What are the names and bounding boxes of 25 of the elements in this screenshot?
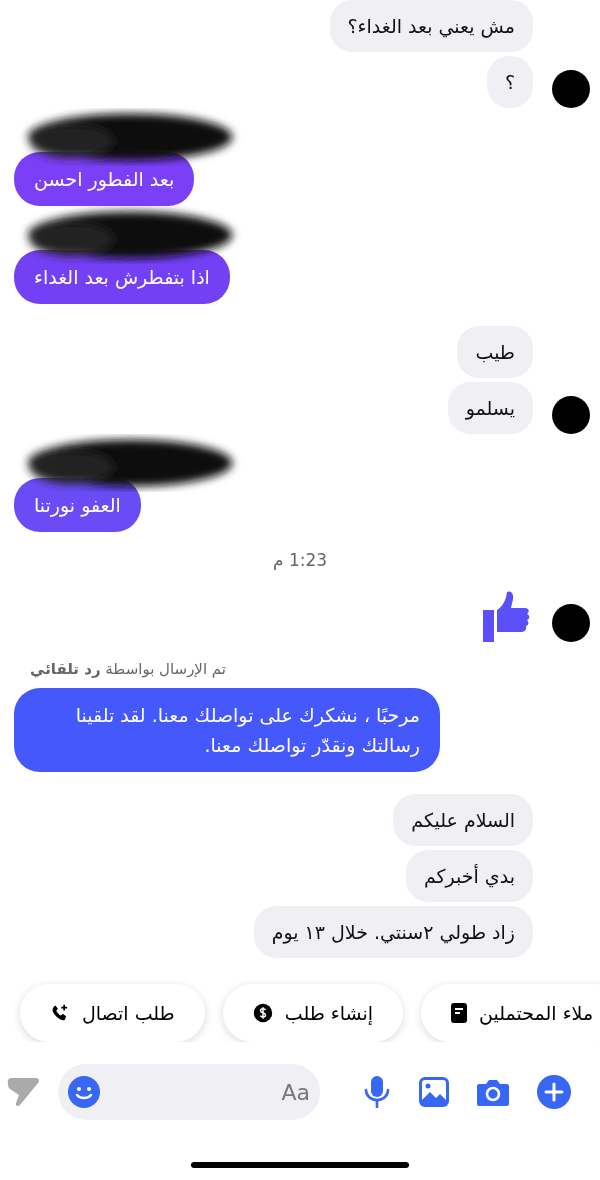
- message-bubble: طيب: [457, 326, 533, 378]
- message-bubble: مرحبًا ، نشكرك على تواصلك معنا. لقد تلقينا رسالتك ونقدّر تواصلك معنا.: [14, 688, 440, 772]
- message-bubble: مش يعني بعد الغداء؟: [329, 0, 533, 52]
- message-bubble: اذا بتفطرش بعد الغداء: [14, 250, 230, 304]
- camera-icon[interactable]: [476, 1077, 511, 1107]
- message-bubble: ؟: [486, 56, 533, 108]
- message-bubble: بدي أخبركم: [405, 850, 533, 902]
- auto-reply-note: تم الإرسال بواسطة رد تلقائي: [30, 658, 227, 680]
- timestamp: 1:23 م: [272, 549, 328, 572]
- message-bubble: زاد طولي ٢سنتي. خلال ١٣ يوم: [253, 906, 533, 958]
- quick-reply-chip[interactable]: إنشاء طلب: [222, 984, 404, 1042]
- message-bubble: العفو نورتنا: [14, 478, 141, 532]
- dollar-icon: [252, 1003, 273, 1023]
- microphone-icon[interactable]: [363, 1076, 392, 1108]
- message-bubble: السلام عليكم: [393, 794, 533, 846]
- emoji-icon[interactable]: [68, 1076, 100, 1108]
- message-bubble: يسلمو: [447, 382, 533, 434]
- message-input[interactable]: Aa: [130, 1075, 310, 1109]
- phone-plus-icon: [50, 1003, 70, 1023]
- composer-bar[interactable]: Aa: [58, 1064, 320, 1120]
- quick-reply-chip[interactable]: ملاء المحتملين: [421, 984, 600, 1042]
- plus-icon[interactable]: [536, 1075, 571, 1109]
- document-icon: [451, 1003, 468, 1023]
- image-icon[interactable]: [417, 1076, 450, 1108]
- quick-reply-chip[interactable]: طلب اتصال: [20, 984, 205, 1042]
